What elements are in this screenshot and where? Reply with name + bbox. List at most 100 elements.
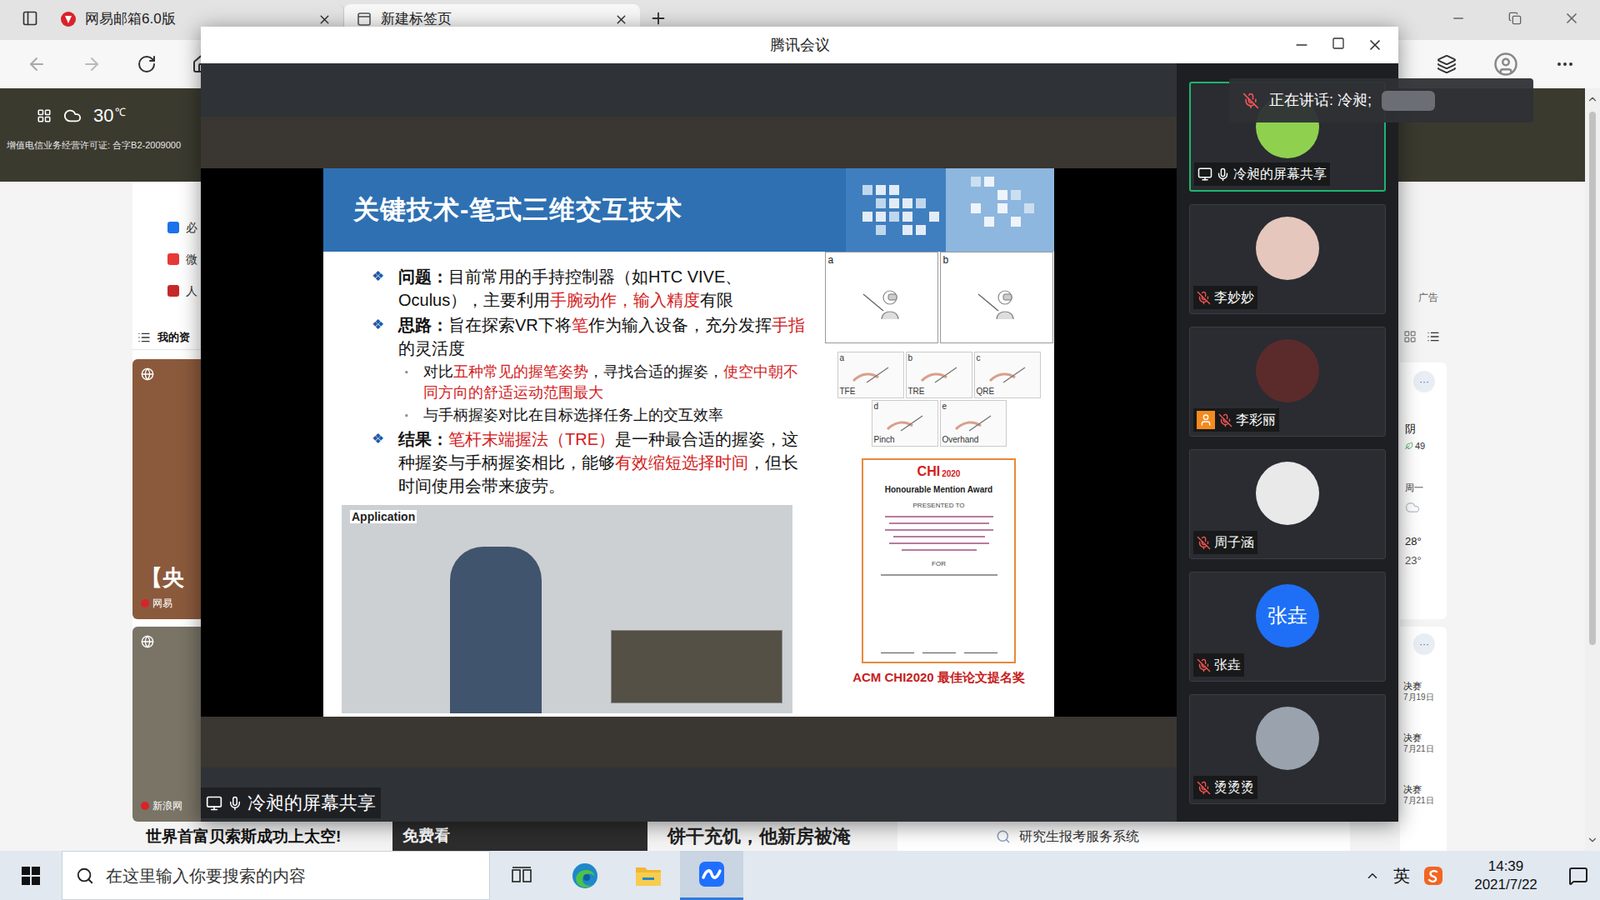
start-button[interactable] <box>0 850 62 900</box>
slide-header: 关键技术-笔式三维交互技术 <box>323 168 1055 252</box>
scroll-up-icon[interactable] <box>1586 93 1599 105</box>
taskbar-app[interactable] <box>680 850 744 900</box>
strip-headline[interactable]: 世界首富贝索斯成功上太空! <box>145 828 341 845</box>
photo-label: Application <box>350 510 417 524</box>
strip-news[interactable]: 饼干充饥，他新房被淹 <box>667 827 851 846</box>
tab-actions-icon[interactable] <box>21 10 39 27</box>
more-button[interactable]: ··· <box>1413 370 1435 393</box>
task-view-icon[interactable] <box>510 865 533 886</box>
taskbar-search[interactable]: 在这里输入你要搜索的内容 <box>61 850 490 900</box>
scrollbar[interactable] <box>1585 88 1600 851</box>
screen-share-icon <box>1197 166 1213 182</box>
taskbar-app[interactable] <box>616 850 680 900</box>
quick-link[interactable]: 微 <box>132 243 201 275</box>
news-card[interactable]: 【央网易 <box>132 359 201 620</box>
close-icon[interactable] <box>1563 10 1580 27</box>
reload-icon[interactable] <box>136 54 157 75</box>
participant-label: 周子涵 <box>1193 530 1258 555</box>
bullet: ❖问题：目前常用的手持控制器（如HTC VIVE、Oculus），主要利用手腕动… <box>371 265 810 312</box>
apps-icon[interactable] <box>36 108 52 124</box>
taskbar-app[interactable] <box>553 850 617 900</box>
restore-icon[interactable] <box>1508 11 1522 25</box>
hand-drawing <box>884 414 926 433</box>
participant-avatar <box>1255 461 1320 525</box>
schedule-item[interactable]: 决赛7月21日 <box>1403 731 1447 755</box>
tencent-meeting-icon[interactable] <box>697 860 726 889</box>
globe-icon <box>140 635 155 649</box>
edge-icon[interactable] <box>570 861 600 890</box>
participant-tile[interactable]: 周子涵 <box>1189 449 1386 560</box>
weather-card[interactable]: ···阴49周一28°23° <box>1400 362 1447 620</box>
sogou-icon[interactable] <box>1423 865 1444 886</box>
profile-icon[interactable] <box>1493 51 1519 77</box>
grip-figure: bTRE <box>905 351 973 399</box>
scroll-down-icon[interactable] <box>1586 834 1599 846</box>
source-logo-icon <box>140 801 150 810</box>
vr-scene <box>610 630 783 704</box>
promo-box[interactable]: 免费看 <box>392 821 648 851</box>
globe-icon <box>140 367 155 381</box>
taskbar: 在这里输入你要搜索的内容 英 14:392021/7/22 <box>0 850 1600 900</box>
quick-link[interactable]: 人 <box>132 275 201 307</box>
quick-link-icon <box>167 221 180 234</box>
schedule-item[interactable]: 决赛7月19日 <box>1403 680 1447 704</box>
setup-figure: a <box>825 251 939 344</box>
windows-logo-icon[interactable] <box>20 865 41 886</box>
meeting-window: 腾讯会议关键技术-笔式三维交互技术❖问题：目前常用的手持控制器（如HTC VIV… <box>200 26 1399 822</box>
taskbar-app[interactable] <box>490 850 554 900</box>
back-icon[interactable] <box>26 54 47 75</box>
participant-tile[interactable]: 烫烫烫 <box>1189 694 1386 805</box>
hand-drawing <box>850 365 892 385</box>
muted-mic-icon <box>1242 92 1260 110</box>
quick-link[interactable]: 必 <box>132 211 201 244</box>
search-icon <box>995 829 1011 845</box>
figure-drawing <box>971 285 1022 320</box>
grip-figure: eOverhand <box>940 400 1007 447</box>
restore-button[interactable] <box>1486 4 1544 33</box>
input-method[interactable]: 英 <box>1393 863 1410 889</box>
participant-tile[interactable]: 李妙妙 <box>1189 204 1386 315</box>
more-icon[interactable] <box>1555 54 1575 75</box>
chi-logo: CHI <box>917 465 941 479</box>
application-photo: Application <box>341 505 793 714</box>
close-icon[interactable] <box>1366 36 1384 54</box>
temperature[interactable]: 30℃ <box>93 106 126 125</box>
tab-actions[interactable] <box>11 4 49 33</box>
participant-tile[interactable]: 李彩丽 <box>1189 326 1386 437</box>
schedule-item[interactable]: 决赛7月21日 <box>1403 783 1447 807</box>
list-view-icon[interactable] <box>1426 330 1440 344</box>
more-button[interactable]: ··· <box>1413 633 1435 655</box>
muted-mic-icon <box>1196 290 1211 305</box>
notification-icon[interactable] <box>1568 865 1589 886</box>
minimize-icon[interactable] <box>1293 36 1310 54</box>
grid-view-icon[interactable] <box>1403 330 1417 344</box>
license-text: 增值电信业务经营许可证: 合字B2-2009000 <box>6 138 181 153</box>
maximize-icon[interactable] <box>1331 36 1345 50</box>
collections-icon[interactable] <box>1436 54 1457 75</box>
minimize-icon[interactable] <box>1450 10 1466 26</box>
muted-mic-icon <box>1196 535 1211 550</box>
participant-avatar <box>1255 216 1320 280</box>
news-card[interactable]: 新浪网 <box>132 626 201 822</box>
close-tab-icon[interactable] <box>317 12 332 27</box>
tray-overflow-icon[interactable] <box>1365 868 1380 884</box>
bullet: ❖结果：笔杆末端握法（TRE）是一种最合适的握姿，这种握姿与手柄握姿相比，能够有… <box>371 427 810 498</box>
close-button[interactable] <box>1543 4 1600 33</box>
slide-text: ❖问题：目前常用的手持控制器（如HTC VIVE、Oculus），主要利用手腕动… <box>323 251 824 505</box>
close-tab-icon[interactable] <box>614 12 629 27</box>
participant-tile[interactable]: 张垚张垚 <box>1189 571 1386 682</box>
clock[interactable]: 14:392021/7/22 <box>1456 857 1555 895</box>
sub-bullet: ▪对比五种常见的握笔姿势，寻找合适的握姿，使空中朝不同方向的舒适运动范围最大 <box>371 361 810 404</box>
schedule-card[interactable]: ··· 决赛7月19日决赛7月21日决赛7月21日 <box>1400 626 1447 851</box>
mic-icon <box>1215 167 1230 182</box>
feed-tab[interactable]: 我的资 <box>132 325 201 350</box>
scroll-thumb[interactable] <box>1589 111 1596 645</box>
sub-bullet: ▪与手柄握姿对比在目标选择任务上的交互效率 <box>371 405 810 426</box>
menu-icon[interactable] <box>137 330 151 345</box>
plus-icon[interactable] <box>649 9 668 28</box>
folder-icon[interactable] <box>634 863 663 889</box>
person-figure <box>450 546 542 714</box>
forward-icon[interactable] <box>81 54 102 75</box>
minimize-button[interactable] <box>1430 4 1487 33</box>
search-suggestion[interactable]: 研究生报考服务系统 <box>897 821 1350 851</box>
